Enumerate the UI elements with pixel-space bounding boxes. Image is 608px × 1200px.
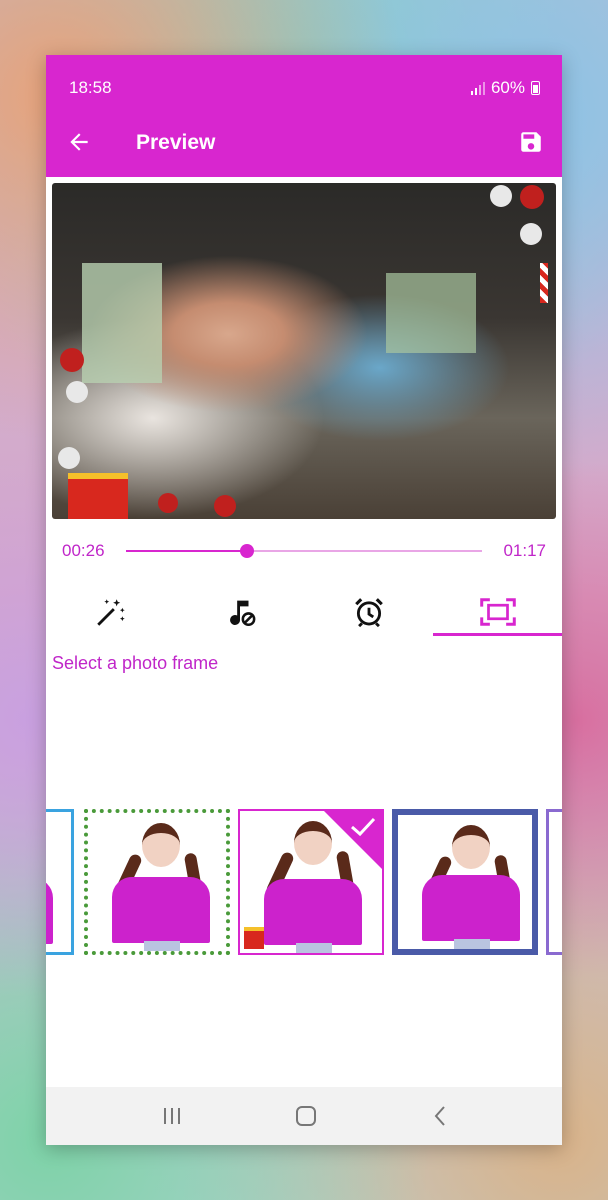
car-window-right	[386, 273, 476, 353]
frame-thumbnail-face	[142, 823, 180, 867]
back-button[interactable]	[66, 129, 96, 159]
checkmark-icon	[351, 817, 376, 837]
frame-hint: Select a photo frame	[52, 653, 219, 673]
frame-item-selected[interactable]	[238, 809, 384, 955]
magic-wand-icon	[96, 599, 125, 626]
total-time: 01:17	[503, 541, 546, 560]
arrow-left-icon	[70, 133, 88, 151]
tab-frames[interactable]	[433, 587, 562, 637]
frame-list	[46, 809, 562, 955]
car-window-left	[82, 263, 162, 383]
seek-bar[interactable]	[126, 544, 482, 558]
app-screen: 18:58 60% Preview 00:26 01:17 Select a p…	[46, 55, 562, 1145]
ornament-decoration	[58, 447, 80, 469]
signal-icon	[470, 81, 485, 95]
editor-tabs	[46, 587, 562, 637]
app-bar: 18:58 60% Preview	[46, 55, 562, 177]
ornament-decoration	[214, 495, 236, 517]
back-icon	[434, 1106, 445, 1126]
ornament-decoration	[520, 185, 544, 209]
frame-thumbnail	[422, 875, 520, 941]
gift-box-decoration	[244, 927, 264, 949]
frame-thumbnail	[112, 877, 210, 943]
ornament-decoration	[158, 493, 178, 513]
frame-item[interactable]	[392, 809, 538, 955]
status-time: 18:58	[69, 78, 112, 97]
battery-icon	[531, 81, 540, 95]
alarm-clock-icon	[354, 598, 383, 628]
ornament-decoration	[60, 348, 84, 372]
frame-item[interactable]	[546, 809, 562, 955]
home-icon	[296, 1106, 316, 1126]
playback-row: 00:26 01:17	[46, 535, 562, 565]
ornament-decoration	[490, 185, 512, 207]
current-time: 00:26	[62, 541, 105, 560]
recent-apps-icon	[164, 1108, 180, 1124]
save-icon	[521, 132, 541, 152]
music-off-icon	[229, 600, 255, 627]
seek-bar-progress	[126, 550, 248, 552]
status-indicators: 60%	[470, 78, 540, 98]
battery-percent: 60%	[490, 78, 525, 97]
frame-thumbnail-legs	[144, 941, 180, 951]
save-button[interactable]	[518, 129, 544, 155]
ornament-decoration	[66, 381, 88, 403]
gift-box-decoration	[68, 473, 128, 519]
tab-music[interactable]	[175, 587, 304, 637]
tab-indicator	[433, 633, 562, 636]
frame-item[interactable]	[84, 809, 230, 955]
system-back-button[interactable]	[420, 1101, 460, 1131]
frame-thumbnail-face	[452, 825, 490, 869]
home-button[interactable]	[286, 1101, 326, 1131]
system-nav-bar	[46, 1087, 562, 1145]
frame-thumbnail-legs	[454, 939, 490, 949]
ornament-decoration	[520, 223, 542, 245]
frame-thumbnail	[46, 878, 53, 944]
frame-icon	[479, 598, 516, 626]
tab-duration[interactable]	[304, 587, 433, 637]
frame-thumbnail-legs	[296, 943, 332, 953]
recent-apps-button[interactable]	[152, 1101, 192, 1131]
video-preview[interactable]	[52, 183, 556, 519]
seek-bar-thumb[interactable]	[240, 544, 255, 558]
candy-cane-decoration	[540, 263, 548, 303]
page-title: Preview	[136, 131, 216, 154]
frame-item[interactable]	[46, 809, 74, 955]
tab-effects[interactable]	[46, 587, 175, 637]
frame-thumbnail	[264, 879, 362, 945]
